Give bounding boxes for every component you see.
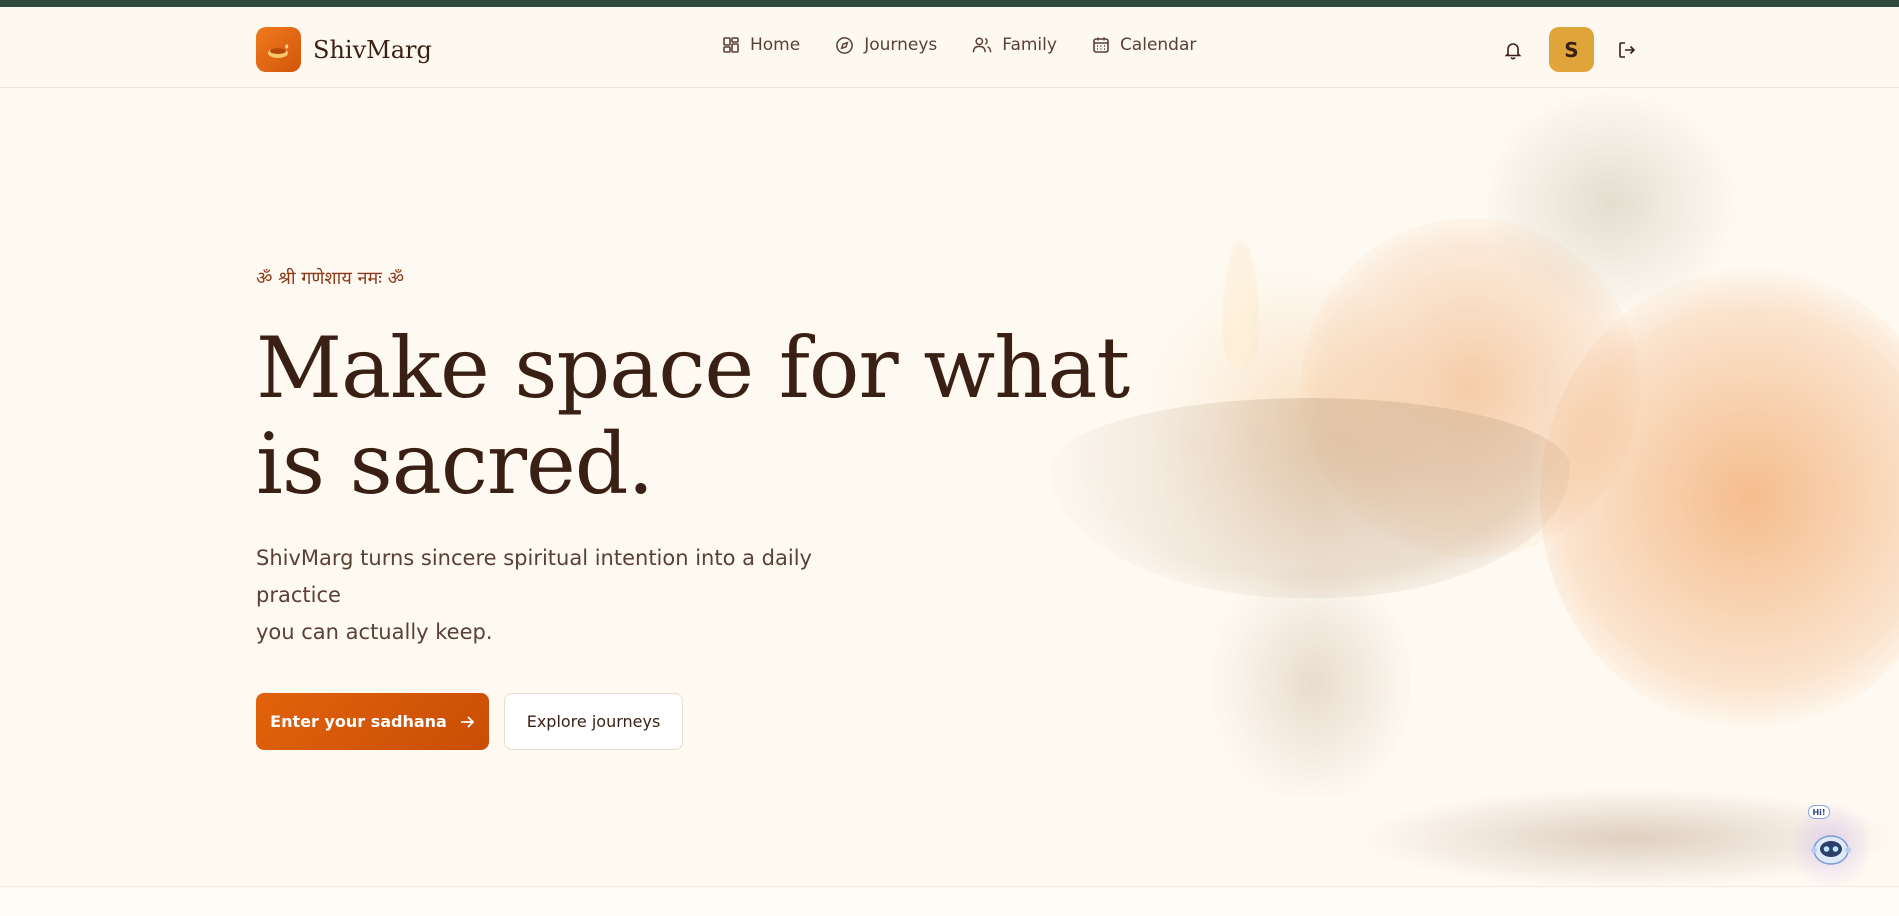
nav-item-calendar[interactable]: Calendar (1092, 35, 1196, 55)
notifications-button[interactable] (1499, 27, 1527, 72)
main-nav: Home Journeys Family Calendar (722, 35, 1231, 55)
top-accent-strip (0, 0, 1899, 7)
subtitle-line-2: you can actually keep. (256, 620, 493, 644)
header-actions: S (1499, 27, 1640, 72)
logout-button[interactable] (1614, 27, 1640, 72)
chat-assistant-button[interactable]: Hi! (1794, 795, 1868, 895)
users-icon (972, 37, 992, 53)
mantra-text: ॐ श्री गणेशाय नमः ॐ (256, 268, 405, 289)
subtitle-line-1: ShivMarg turns sincere spiritual intenti… (256, 546, 812, 607)
site-header: ShivMarg Home Journeys Family Calendar S (0, 7, 1899, 88)
grid-icon (723, 37, 739, 53)
nav-item-home[interactable]: Home (722, 35, 800, 55)
enter-sadhana-button[interactable]: Enter your sadhana (256, 693, 489, 750)
avatar[interactable]: S (1549, 27, 1594, 72)
bell-icon (1504, 42, 1522, 59)
brand-link[interactable]: ShivMarg (256, 27, 432, 72)
nav-item-label: Family (1002, 35, 1057, 55)
robot-mascot-icon (1811, 835, 1851, 865)
nav-item-journeys[interactable]: Journeys (835, 35, 937, 55)
explore-journeys-button[interactable]: Explore journeys (504, 693, 683, 750)
compass-icon (836, 36, 854, 54)
nav-item-label: Home (750, 35, 801, 55)
nav-item-label: Calendar (1119, 35, 1197, 55)
diya-lamp-icon (256, 27, 301, 72)
nav-item-family[interactable]: Family (972, 35, 1057, 55)
cta-row: Enter your sadhana Explore journeys (256, 693, 1156, 750)
enter-sadhana-label: Enter your sadhana (270, 712, 447, 731)
logout-icon (1619, 41, 1636, 58)
nav-item-label: Journeys (864, 35, 938, 55)
brand-name: ShivMarg (313, 35, 432, 64)
section-divider (0, 886, 1899, 916)
calendar-icon (1093, 37, 1109, 53)
hero-headline: Make space for what is sacred. (256, 320, 1156, 512)
headline-line-1: Make space for what (256, 319, 1130, 417)
headline-line-2: is sacred. (256, 415, 654, 513)
hero-section: ॐ श्री गणेशाय नमः ॐ Make space for what … (256, 266, 1156, 750)
arrow-right-icon (460, 715, 475, 728)
assistant-greeting-bubble: Hi! (1808, 805, 1830, 819)
hero-subtitle: ShivMarg turns sincere spiritual intenti… (256, 540, 896, 651)
